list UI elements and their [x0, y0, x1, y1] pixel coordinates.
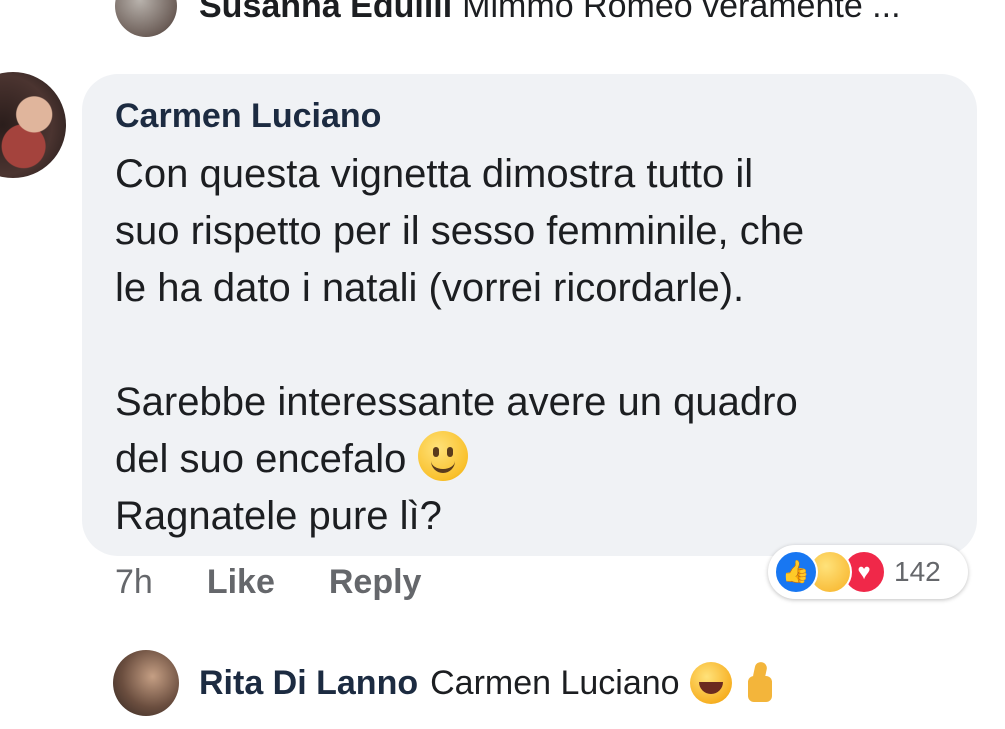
like-icon: 👍: [774, 550, 818, 594]
previous-reply-text: Susanna Edullli Mimmo Romeo veramente ...: [199, 0, 901, 26]
author-name[interactable]: Susanna Edullli: [199, 0, 452, 25]
comment-line-text: del suo encefalo: [115, 437, 407, 481]
laughing-emoji-icon: [689, 662, 732, 704]
comment-actions: 7h Like Reply: [115, 563, 475, 602]
reactions-summary[interactable]: 👍 ♥ 142: [768, 545, 968, 599]
comments-view: Susanna Edullli Mimmo Romeo veramente ...…: [0, 0, 1005, 729]
comment-line: Sarebbe interessante avere un quadro: [115, 380, 798, 424]
avatar[interactable]: [113, 650, 179, 716]
reply-text: Rita Di Lanno Carmen Luciano: [199, 662, 776, 704]
comment-line: Ragnatele pure lì?: [115, 494, 442, 538]
comment-line: suo rispetto per il sesso femminile, che: [115, 209, 805, 253]
like-button[interactable]: Like: [207, 563, 275, 602]
reply-button[interactable]: Reply: [329, 563, 422, 602]
comment-line: del suo encefalo: [115, 431, 944, 488]
thumbs-up-emoji-icon: [738, 662, 776, 704]
reaction-count: 142: [894, 556, 941, 587]
reply-item: Rita Di Lanno Carmen Luciano: [113, 650, 776, 716]
avatar[interactable]: [0, 72, 66, 178]
timestamp[interactable]: 7h: [115, 563, 153, 602]
mention-link[interactable]: Carmen Luciano: [430, 664, 679, 703]
comment-bubble: Carmen Luciano Con questa vignetta dimos…: [82, 74, 977, 556]
comment-text: Con questa vignetta dimostra tutto il su…: [115, 146, 944, 545]
previous-reply: Susanna Edullli Mimmo Romeo veramente ...: [115, 0, 995, 37]
avatar[interactable]: [115, 0, 177, 37]
smile-emoji-icon: [418, 431, 469, 481]
author-name[interactable]: Rita Di Lanno: [199, 664, 418, 703]
reply-body: Mimmo Romeo veramente ...: [462, 0, 901, 25]
comment-line: Con questa vignetta dimostra tutto il: [115, 152, 754, 196]
comment-line: le ha dato i natali (vorrei ricordarle).: [115, 266, 745, 310]
author-name[interactable]: Carmen Luciano: [115, 96, 944, 136]
